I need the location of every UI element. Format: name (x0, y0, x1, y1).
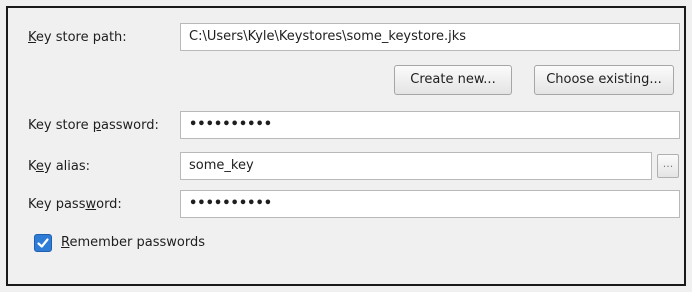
keystore-path-mnemonic: K (28, 30, 36, 45)
keystore-password-label: Key store password: (28, 118, 159, 133)
key-password-label: Key password: (28, 197, 122, 212)
key-alias-input[interactable]: some_key (180, 152, 652, 180)
create-new-button[interactable]: Create new... (394, 65, 512, 95)
checkmark-icon (37, 238, 49, 248)
keystore-password-input[interactable]: •••••••••• (180, 111, 680, 139)
remember-passwords-label[interactable]: Remember passwords (61, 235, 205, 251)
key-alias-label: Key alias: (28, 159, 91, 174)
keystore-path-input[interactable]: C:\Users\Kyle\Keystores\some_keystore.jk… (180, 23, 680, 51)
choose-existing-button[interactable]: Choose existing... (534, 65, 674, 95)
browse-alias-button[interactable]: ... (657, 154, 679, 178)
keystore-path-label: Key store path: (28, 30, 127, 45)
remember-passwords-checkbox[interactable] (34, 234, 52, 252)
key-store-form: Key store path: C:\Users\Kyle\Keystores\… (6, 6, 686, 286)
key-password-input[interactable]: •••••••••• (180, 190, 680, 218)
